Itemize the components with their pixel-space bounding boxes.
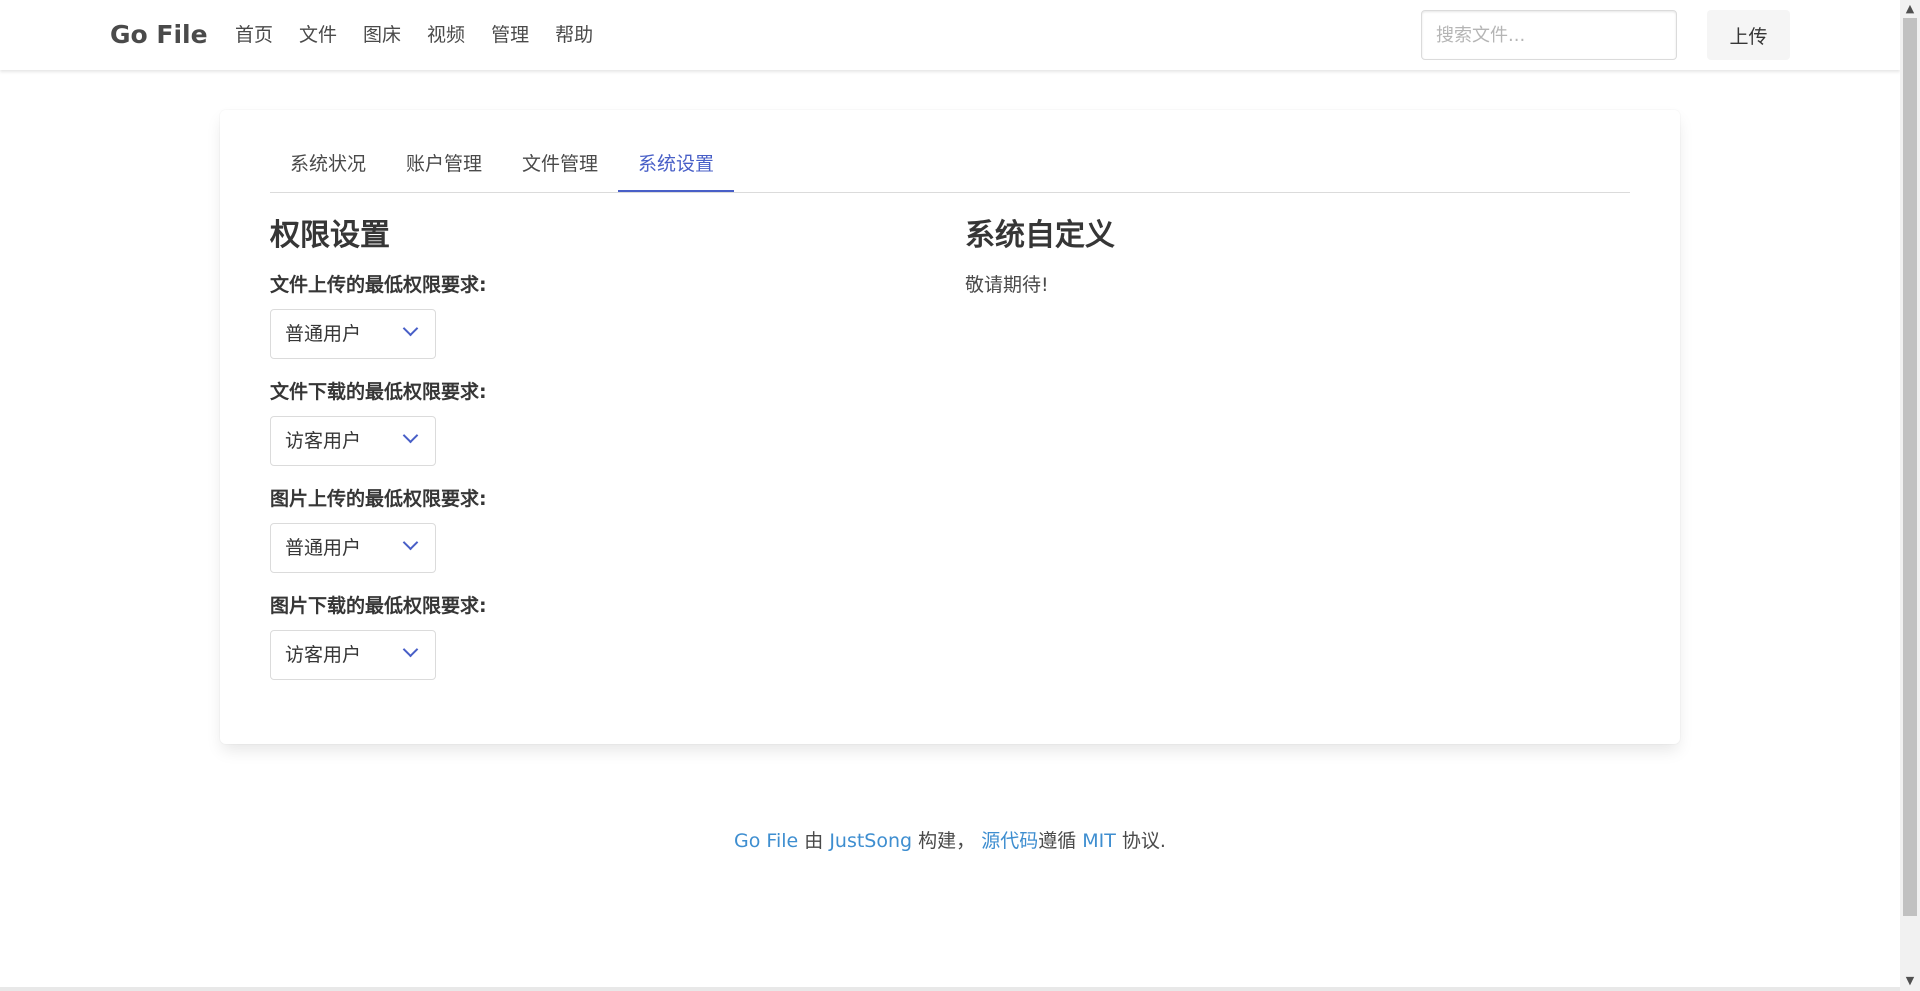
footer-author-link[interactable]: JustSong — [829, 830, 912, 852]
tab-system-status[interactable]: 系统状况 — [270, 136, 386, 192]
admin-card: 系统状况 账户管理 文件管理 系统设置 权限设置 文件上传的最低权限要求: 普通… — [220, 110, 1680, 744]
scroll-down-arrow-icon[interactable]: ▼ — [1900, 972, 1920, 989]
tab-system-settings[interactable]: 系统设置 — [618, 136, 735, 192]
footer: Go File 由 JustSong 构建， 源代码遵循 MIT 协议. — [0, 826, 1900, 853]
footer-built-text: 构建， — [912, 830, 982, 852]
coming-soon-text: 敬请期待! — [965, 274, 1049, 296]
custom-title: 系统自定义 — [965, 218, 1115, 253]
chevron-down-icon — [402, 427, 419, 444]
navbar: Go File 首页 文件 图床 视频 管理 帮助 上传 — [0, 0, 1900, 70]
footer-by-text: 由 — [798, 830, 830, 852]
select-value: 访客用户 — [285, 430, 362, 452]
file-upload-permission-label: 文件上传的最低权限要求: — [270, 274, 487, 296]
select-value: 普通用户 — [285, 323, 362, 345]
tab-file-management[interactable]: 文件管理 — [502, 136, 618, 192]
nav-item-images[interactable]: 图床 — [363, 0, 401, 70]
brand-logo[interactable]: Go File — [110, 0, 208, 70]
horizontal-scrollbar-edge — [0, 987, 1900, 991]
nav-item-admin[interactable]: 管理 — [491, 0, 529, 70]
vertical-scrollbar[interactable]: ▲ ▼ — [1900, 0, 1920, 991]
footer-source-link[interactable]: 源代码 — [981, 830, 1038, 852]
nav-item-help[interactable]: 帮助 — [555, 0, 593, 70]
file-upload-permission-select[interactable]: 普通用户 — [270, 309, 436, 359]
nav-item-videos[interactable]: 视频 — [427, 0, 465, 70]
footer-app-link[interactable]: Go File — [734, 830, 798, 852]
image-download-permission-select[interactable]: 访客用户 — [270, 630, 436, 680]
nav-menu: 首页 文件 图床 视频 管理 帮助 — [235, 0, 619, 70]
footer-follows-text: 遵循 — [1038, 830, 1083, 852]
chevron-down-icon — [402, 320, 419, 337]
image-upload-permission-select[interactable]: 普通用户 — [270, 523, 436, 573]
nav-item-home[interactable]: 首页 — [235, 0, 273, 70]
image-download-permission-label: 图片下载的最低权限要求: — [270, 595, 487, 617]
select-value: 访客用户 — [285, 644, 362, 666]
nav-item-files[interactable]: 文件 — [299, 0, 337, 70]
scroll-thumb[interactable] — [1903, 18, 1917, 916]
image-upload-permission-label: 图片上传的最低权限要求: — [270, 488, 487, 510]
upload-button[interactable]: 上传 — [1707, 10, 1790, 60]
file-download-permission-label: 文件下载的最低权限要求: — [270, 381, 487, 403]
footer-license-link[interactable]: MIT — [1082, 830, 1116, 852]
tab-account-management[interactable]: 账户管理 — [386, 136, 502, 192]
select-value: 普通用户 — [285, 537, 362, 559]
chevron-down-icon — [402, 534, 419, 551]
permissions-title: 权限设置 — [270, 218, 390, 253]
admin-tabs: 系统状况 账户管理 文件管理 系统设置 — [270, 136, 1630, 193]
footer-suffix-text: 协议. — [1115, 830, 1166, 852]
file-download-permission-select[interactable]: 访客用户 — [270, 416, 436, 466]
search-input[interactable] — [1421, 10, 1677, 60]
scroll-up-arrow-icon[interactable]: ▲ — [1900, 0, 1920, 17]
chevron-down-icon — [402, 641, 419, 658]
